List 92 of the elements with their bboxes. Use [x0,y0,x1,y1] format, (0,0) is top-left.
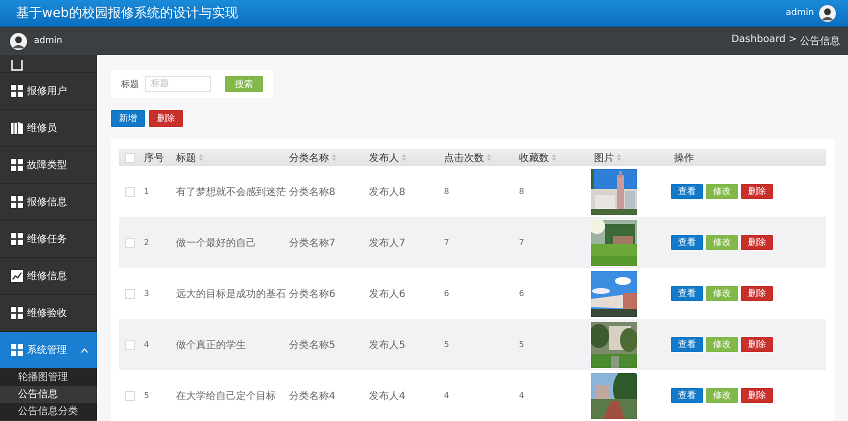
checkbox[interactable] [125,186,135,196]
grid-icon [11,196,23,208]
table-cell-text: 在大学给自己定个目标 [175,390,277,402]
table-cell-text: 5 [518,340,526,349]
table-cell-text: 7 [518,238,526,247]
avatar-icon [10,32,27,50]
breadcrumb-item[interactable]: Dashboard [731,34,786,48]
grid-icon [11,344,23,356]
search-field[interactable]: 标题 [145,76,211,92]
sidebar-item[interactable]: 系统管理 [0,332,97,369]
sort-icon[interactable] [617,154,621,161]
column-header[interactable]: 标题 [173,150,286,164]
sidebar-subitem[interactable]: 公告信息 [0,386,97,403]
delete-button[interactable]: 删除 [149,110,183,127]
sort-icon[interactable] [402,154,406,161]
table-cell-text: 发布人5 [368,338,406,352]
delete-button[interactable]: 删除 [741,184,773,199]
table-cell-text: 有了梦想就不会感到迷茫 [175,186,286,198]
table-cell-text: 分类名称8 [288,186,336,198]
table-cell-text: 做一个最好的自己 [175,236,257,250]
column-header[interactable]: 分类名称 [286,150,366,164]
checkbox[interactable] [125,152,135,162]
delete-button[interactable]: 删除 [741,337,773,352]
checkbox[interactable] [125,390,135,400]
chevron-icon[interactable] [81,348,88,352]
column-header: 操作 [673,152,695,164]
user-name[interactable]: admin [786,8,814,18]
column-header[interactable]: 图片 [591,150,671,164]
sort-icon[interactable] [332,154,336,161]
table-cell-text: 分类名称4 [288,390,336,402]
table-cell-text: 5 [443,340,450,349]
app-title: 基于web的校园报修系统的设计与实现 [16,5,239,22]
table-cell-text: 发布人7 [368,236,406,250]
table-cell-text: 8 [518,187,526,196]
checkbox[interactable] [125,238,135,248]
sidebar-subitem[interactable]: 公告信息分类 [0,403,97,420]
breadcrumb-separator: > [788,34,797,47]
menu-icon [11,60,23,72]
grid-icon [11,85,23,97]
view-button[interactable]: 查看 [671,286,703,301]
table-cell-text: 7 [443,238,450,247]
column-header: 序号 [143,152,165,164]
table-cell-text: 4 [518,391,526,400]
delete-button[interactable]: 删除 [741,235,773,250]
books-icon [11,122,23,134]
search-label: 标题 [121,78,139,90]
delete-button[interactable]: 删除 [741,388,773,403]
table-cell-text: 发布人4 [368,390,406,402]
view-button[interactable]: 查看 [671,337,703,352]
table-cell-text: 6 [518,289,526,298]
sidebar-item[interactable]: 报修用户 [0,73,97,110]
sidebar-item[interactable]: 报修信息 [0,184,97,221]
view-button[interactable]: 查看 [671,235,703,250]
avatar-icon [819,4,836,22]
view-button[interactable]: 查看 [671,388,703,403]
table-cell-text: 2 [143,238,150,247]
chart-icon [11,270,23,282]
column-header[interactable]: 发布人 [366,150,441,164]
sidebar-item[interactable]: 故障类型 [0,147,97,184]
sidebar-subitem[interactable]: 轮播图管理 [0,369,97,386]
table-cell-text: 4 [443,391,450,400]
table-cell-text: 3 [143,289,150,298]
table-cell-text: 5 [143,391,150,400]
breadcrumb-item: 公告信息 [800,34,840,48]
sort-icon[interactable] [199,154,203,161]
delete-button[interactable]: 删除 [741,286,773,301]
user-name: admin [34,36,64,46]
table-cell-text: 1 [143,187,150,196]
sort-icon[interactable] [487,154,491,161]
table-cell-text: 发布人8 [368,186,406,198]
grid-icon [11,233,23,245]
table-cell-text: 4 [143,340,150,349]
table-cell-text: 8 [443,187,450,196]
checkbox[interactable] [125,340,135,350]
view-button[interactable]: 查看 [671,184,703,199]
sidebar-item[interactable]: 维修员 [0,110,97,147]
table-cell-text: 做个真正的学生 [175,338,247,352]
sidebar-item[interactable]: 维修任务 [0,221,97,258]
grid-icon [11,307,23,319]
checkbox[interactable] [125,288,135,298]
column-header[interactable]: 点击次数 [441,150,516,164]
table-cell-text: 分类名称7 [288,236,336,250]
sidebar-item[interactable]: 维修信息 [0,258,97,295]
table-cell-text: 6 [443,289,450,298]
sort-icon[interactable] [552,154,556,161]
add-button[interactable]: 新增 [111,110,145,127]
grid-icon [11,159,23,171]
column-header[interactable]: 收藏数 [516,150,591,164]
table-cell-text: 分类名称6 [288,288,336,300]
table-cell-text: 发布人6 [368,288,406,300]
table-cell-text: 分类名称5 [288,338,336,352]
table-cell-text: 远大的目标是成功的基石 [175,288,286,300]
